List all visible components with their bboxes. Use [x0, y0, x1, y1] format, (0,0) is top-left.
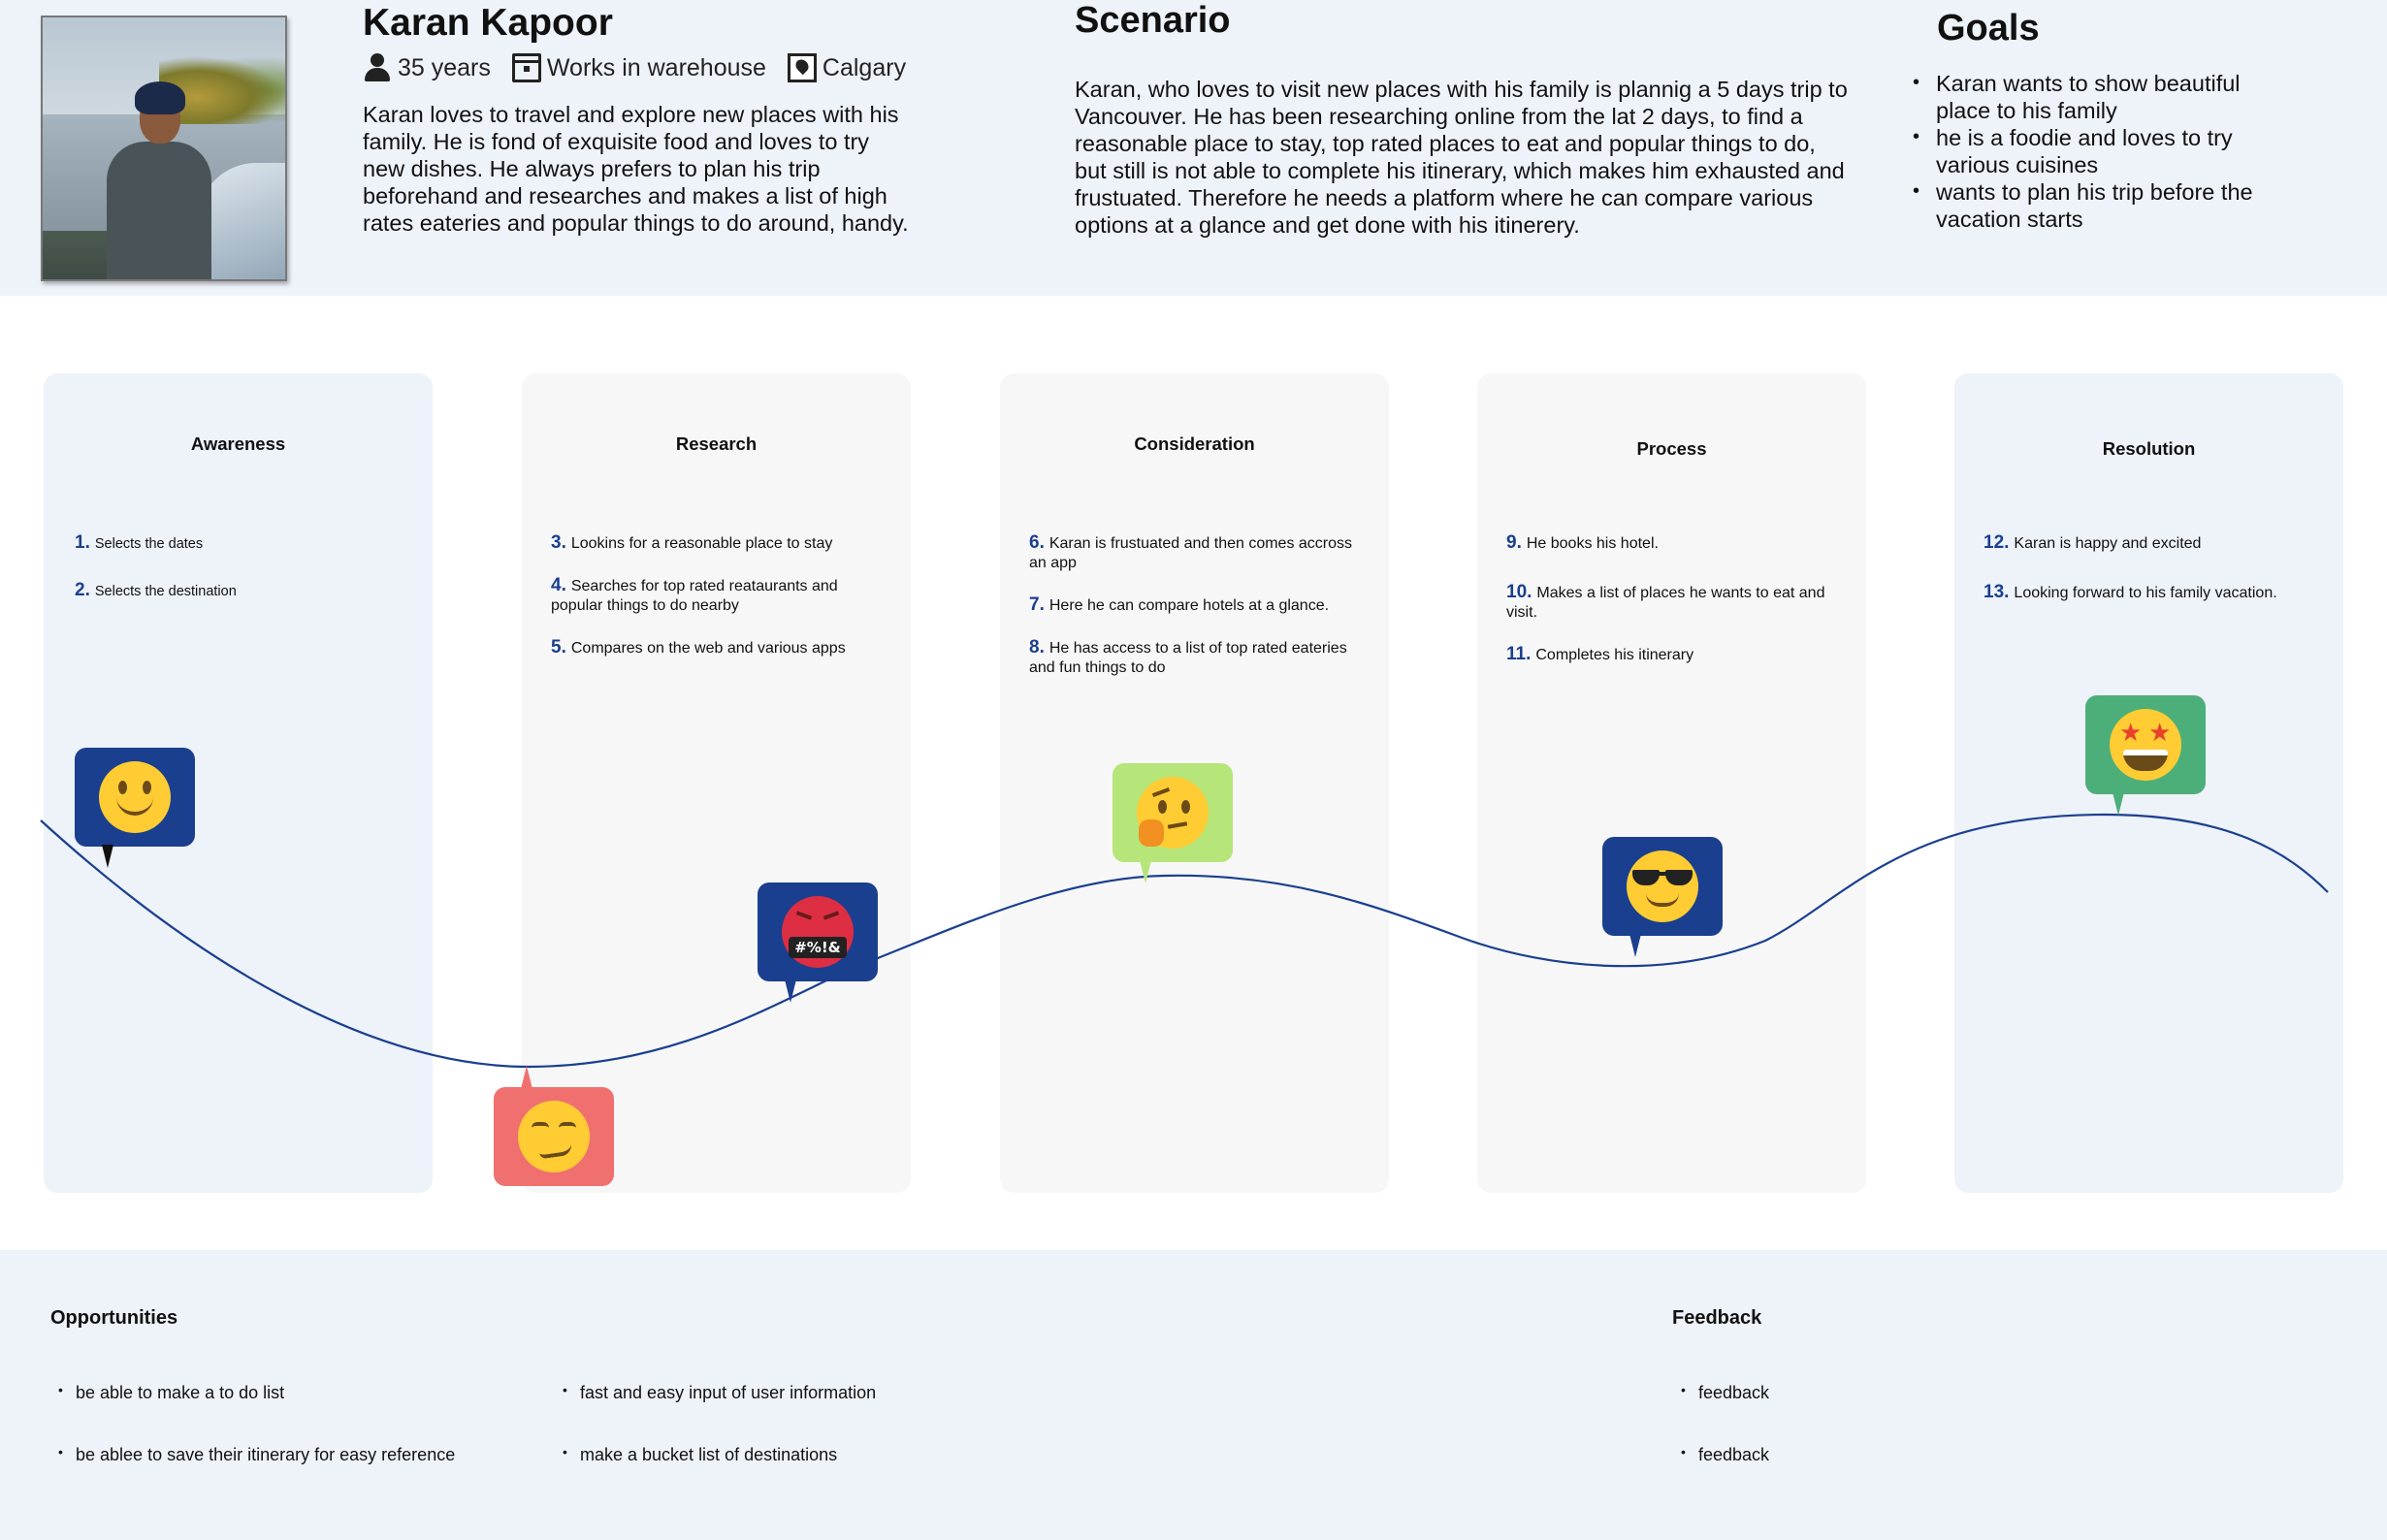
- stage-process: Process 9. He books his hotel. 10. Makes a…: [1477, 373, 1866, 1193]
- opportunity-item: fast and easy input of user information: [563, 1382, 876, 1445]
- feedback-item: feedback: [1681, 1382, 1769, 1445]
- stage-steps: 12. Karan is happy and excited 13. Looking…: [1984, 533, 2318, 626]
- persona-occupation-label: Works in warehouse: [546, 53, 766, 81]
- location-pin-icon: [787, 53, 817, 82]
- stage-title: Resolution: [2102, 438, 2196, 459]
- goal-item: Karan wants to show beautiful place to h…: [1913, 69, 2301, 124]
- step-item: 8. He has access to a list of top rated e…: [1029, 637, 1347, 677]
- stage-steps: 9. He books his hotel. 10. Makes a list of…: [1506, 533, 1841, 688]
- persona-photo: [41, 16, 287, 281]
- step-item: 3. Lookins for a reasonable place to stay: [551, 532, 833, 553]
- feedback-list: feedback feedback: [1681, 1382, 1769, 1507]
- step-item: 2. Selects the destination: [75, 580, 237, 600]
- emotion-bubble-thinking: [1113, 763, 1233, 883]
- goals-title: Goals: [1937, 8, 2040, 48]
- persona-meta: 35 years Works in warehouse Calgary: [363, 50, 927, 85]
- emotion-bubble-angry: #%!&: [758, 882, 878, 1003]
- scenario-text: Karan, who loves to visit new places wit…: [1075, 77, 1848, 238]
- emotion-bubble-smiling: [75, 748, 195, 868]
- opportunities-list-2: fast and easy input of user information …: [563, 1382, 876, 1507]
- opportunity-item: be able to make a to do list: [58, 1382, 455, 1445]
- stage-steps: 3. Lookins for a reasonable place to stay…: [551, 533, 886, 681]
- persona-name: Karan Kapoor: [363, 2, 613, 44]
- step-item: 12. Karan is happy and excited: [1984, 532, 2202, 553]
- goals-list: Karan wants to show beautiful place to h…: [1913, 69, 2301, 233]
- calendar-icon: [511, 53, 541, 82]
- thinking-face-icon: [1137, 777, 1209, 849]
- step-item: 10. Makes a list of places he wants to ea…: [1506, 582, 1825, 622]
- step-item: 4. Searches for top rated reataurants and…: [551, 575, 838, 615]
- emotion-bubble-smirking: [494, 1066, 614, 1186]
- feedback-item: feedback: [1681, 1444, 1769, 1507]
- stage-title: Consideration: [1134, 433, 1255, 454]
- persona-bio: Karan loves to travel and explore new pl…: [363, 102, 909, 236]
- step-item: 7. Here he can compare hotels at a glance…: [1029, 594, 1330, 615]
- stage-steps: 6. Karan is frustuated and then comes acc…: [1029, 533, 1364, 700]
- scenario-title: Scenario: [1075, 0, 1231, 41]
- step-item: 6. Karan is frustuated and then comes acc…: [1029, 532, 1353, 572]
- persona-location-label: Calgary: [822, 53, 907, 81]
- stage-title: Research: [675, 433, 758, 454]
- step-item: 5. Compares on the web and various apps: [551, 637, 846, 658]
- angry-swearing-face-icon: #%!&: [782, 896, 854, 968]
- smiling-face-icon: [99, 761, 171, 833]
- step-item: 9. He books his hotel.: [1506, 532, 1659, 553]
- persona-age-label: 35 years: [398, 53, 491, 81]
- stage-title: Awareness: [190, 433, 286, 454]
- persona-occupation: Works in warehouse: [511, 53, 766, 82]
- swear-symbols: #%!&: [789, 937, 847, 958]
- step-item: 11. Completes his itinerary: [1506, 644, 1694, 664]
- opportunity-item: be ablee to save their itinerary for eas…: [58, 1444, 455, 1507]
- emotion-bubble-star-struck: ★ ★: [2085, 695, 2206, 816]
- stage-title: Process: [1636, 438, 1707, 459]
- sunglasses-face-icon: [1627, 850, 1698, 922]
- stage-research: Research 3. Lookins for a reasonable plac…: [522, 373, 911, 1193]
- goal-item: he is a foodie and loves to try various …: [1913, 123, 2301, 178]
- opportunities-title: Opportunities: [50, 1307, 178, 1329]
- goal-item: wants to plan his trip before the vacati…: [1913, 177, 2301, 233]
- smirking-face-icon: [518, 1101, 590, 1172]
- opportunities-list-1: be able to make a to do list be ablee to…: [58, 1382, 455, 1507]
- emotion-bubble-sunglasses: [1602, 837, 1723, 957]
- star-struck-face-icon: ★ ★: [2110, 709, 2181, 781]
- feedback-title: Feedback: [1672, 1307, 1762, 1329]
- opportunity-item: make a bucket list of destinations: [563, 1444, 876, 1507]
- persona-age: 35 years: [363, 53, 491, 82]
- step-item: 13. Looking forward to his family vacatio…: [1984, 582, 2277, 602]
- person-icon: [363, 53, 392, 82]
- step-item: 1. Selects the dates: [75, 532, 204, 553]
- stage-steps: 1. Selects the dates 2. Selects the destin…: [75, 533, 409, 624]
- persona-location: Calgary: [787, 53, 907, 82]
